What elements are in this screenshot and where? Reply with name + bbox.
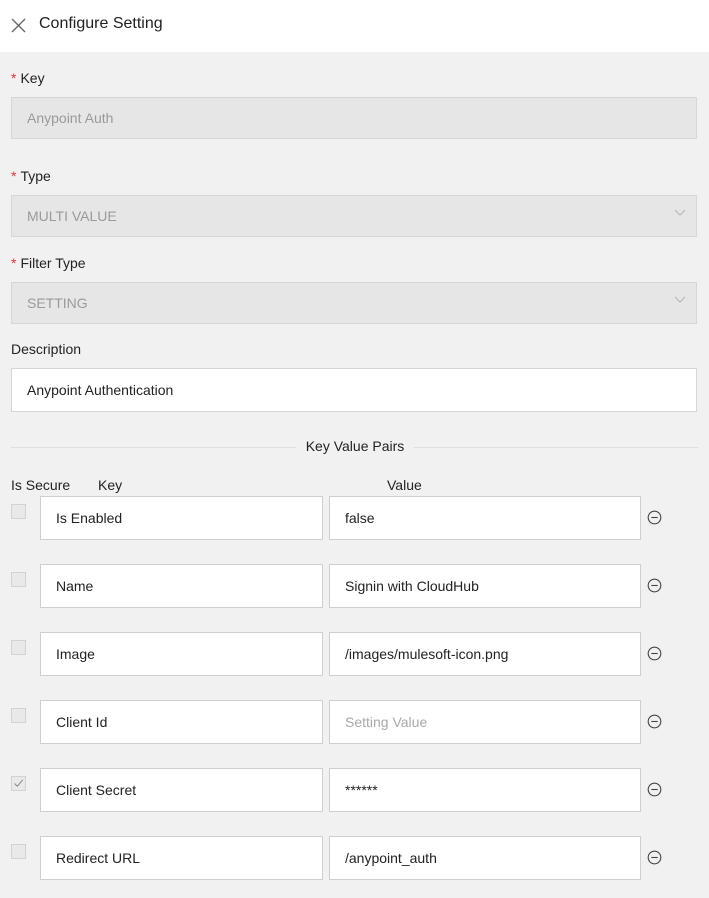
kv-key-input[interactable]: Name — [40, 564, 323, 608]
chevron-down-icon — [674, 209, 686, 216]
kv-value-input[interactable]: false — [329, 496, 641, 540]
kv-value-input[interactable]: Setting Value — [329, 700, 641, 744]
is-secure-checkbox[interactable] — [11, 776, 26, 791]
kv-row: Redirect URL /anypoint_auth — [0, 836, 709, 880]
remove-row-icon[interactable] — [647, 510, 662, 525]
divider-right — [414, 447, 698, 448]
key-input[interactable]: Anypoint Auth — [11, 97, 697, 139]
kv-row: Name Signin with CloudHub — [0, 564, 709, 608]
description-value: Anypoint Authentication — [27, 382, 174, 398]
kv-section-title: Key Value Pairs — [305, 438, 405, 454]
filter-type-label: * Filter Type — [11, 255, 86, 271]
kv-value-input[interactable]: /anypoint_auth — [329, 836, 641, 880]
remove-row-icon[interactable] — [647, 850, 662, 865]
remove-row-icon[interactable] — [647, 714, 662, 729]
kv-key-input[interactable]: Client Id — [40, 700, 323, 744]
kv-value-input[interactable]: ****** — [329, 768, 641, 812]
remove-row-icon[interactable] — [647, 578, 662, 593]
type-value: MULTI VALUE — [27, 208, 117, 224]
is-secure-checkbox[interactable] — [11, 640, 26, 655]
type-select[interactable]: MULTI VALUE — [11, 195, 697, 237]
type-label: * Type — [11, 168, 51, 184]
kv-key-input[interactable]: Is Enabled — [40, 496, 323, 540]
kv-key-input[interactable]: Client Secret — [40, 768, 323, 812]
kv-row: Client Secret ****** — [0, 768, 709, 812]
required-mark: * — [11, 70, 17, 86]
required-mark: * — [11, 255, 17, 271]
key-header: Key — [98, 477, 123, 493]
filter-type-select[interactable]: SETTING — [11, 282, 697, 324]
description-label: Description — [11, 341, 82, 357]
key-value: Anypoint Auth — [27, 110, 114, 126]
is-secure-checkbox[interactable] — [11, 572, 26, 587]
chevron-down-icon — [674, 296, 686, 303]
remove-row-icon[interactable] — [647, 646, 662, 661]
key-label: * Key — [11, 70, 45, 86]
is-secure-checkbox[interactable] — [11, 708, 26, 723]
filter-type-value: SETTING — [27, 295, 88, 311]
kv-row: Client Id Setting Value — [0, 700, 709, 744]
is-secure-checkbox[interactable] — [11, 844, 26, 859]
dialog-title: Configure Setting — [39, 15, 163, 32]
is-secure-checkbox[interactable] — [11, 504, 26, 519]
dialog-header: Configure Setting — [0, 0, 709, 52]
remove-row-icon[interactable] — [647, 782, 662, 797]
required-mark: * — [11, 168, 17, 184]
kv-row: Is Enabled false — [0, 496, 709, 540]
is-secure-header: Is Secure — [11, 477, 71, 493]
kv-value-input[interactable]: /images/mulesoft-icon.png — [329, 632, 641, 676]
kv-row: Image /images/mulesoft-icon.png — [0, 632, 709, 676]
kv-value-input[interactable]: Signin with CloudHub — [329, 564, 641, 608]
check-icon — [14, 779, 24, 788]
kv-key-input[interactable]: Image — [40, 632, 323, 676]
value-header: Value — [387, 477, 422, 493]
kv-key-input[interactable]: Redirect URL — [40, 836, 323, 880]
description-input[interactable]: Anypoint Authentication — [11, 368, 697, 412]
close-icon[interactable] — [11, 18, 26, 33]
divider-left — [11, 447, 296, 448]
